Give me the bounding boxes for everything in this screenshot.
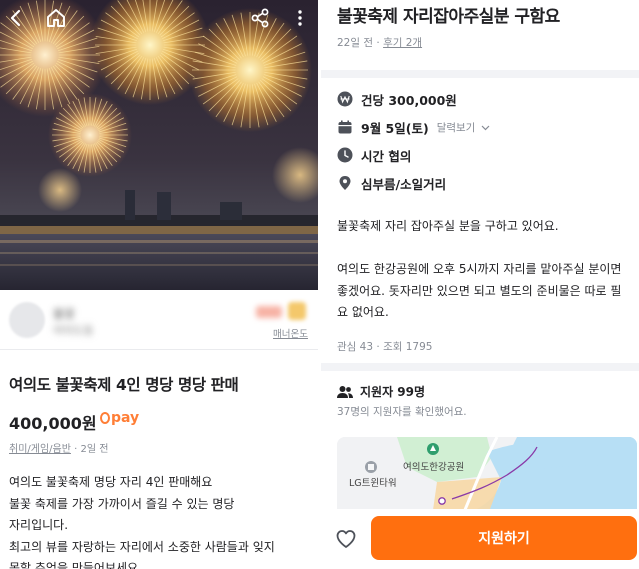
clock-icon <box>337 147 353 163</box>
bottom-action-bar: 지원하기 <box>321 509 639 569</box>
pay-label: pay <box>111 410 140 426</box>
applicants-count: 지원자 99명 <box>360 385 426 399</box>
job-description: 불꽃축제 자리 잡아주실 분을 구하고 있어요. 여의도 한강공원에 오후 5시… <box>337 216 637 324</box>
pay-row: 건당 300,000원 <box>337 90 457 108</box>
description-paragraph: 불꽃축제 자리 잡아주실 분을 구하고 있어요. <box>337 219 559 233</box>
home-icon[interactable] <box>44 6 68 30</box>
pay-badge: pay <box>100 410 139 426</box>
work-time: 시간 협의 <box>361 148 412 164</box>
manner-temperature <box>256 306 282 318</box>
section-divider <box>321 70 639 78</box>
more-vertical-icon[interactable] <box>288 6 312 30</box>
description-line: 요 없어요. <box>337 305 389 319</box>
calendar-link[interactable]: 달력보기 <box>437 120 490 135</box>
seller-profile[interactable]: 불꽃 여의도동 매너온도 <box>0 290 318 350</box>
posted-time: 22일 전 <box>337 37 374 49</box>
product-detail-panel: 불꽃 여의도동 매너온도 여의도 불꽃축제 4인 명당 명당 판매 400,00… <box>0 0 318 569</box>
date-row: 9월 5일(토) 달력보기 <box>337 118 490 136</box>
job-meta: 22일 전 · 후기 2개 <box>337 37 423 49</box>
description-line: 못할 추억을 만들어보세요 <box>9 561 139 569</box>
location-map[interactable]: 여의도한강공원 LG트윈타워 <box>337 437 637 517</box>
manner-temperature-label[interactable]: 매너온도 <box>273 326 308 340</box>
fireworks-photo <box>0 0 318 290</box>
seller-location: 여의도동 <box>53 324 94 337</box>
manner-face-icon <box>288 302 306 320</box>
won-icon <box>337 91 353 107</box>
heart-icon[interactable] <box>335 528 357 550</box>
interest-count: 관심 43 <box>337 341 374 353</box>
location-pin-icon <box>337 175 353 191</box>
description-line: 자리입니다. <box>9 518 69 532</box>
seller-name: 불꽃 <box>53 307 76 321</box>
location-row: 심부름/소일거리 <box>337 174 446 192</box>
map-building-label: LG트윈타워 <box>349 478 397 489</box>
posted-time: 2일 전 <box>80 444 109 455</box>
description-line: 여의도 불꽃축제 명당 자리 4인 판매해요 <box>9 475 213 489</box>
work-date: 9월 5일(토) <box>361 120 429 136</box>
pay-amount: 건당 300,000원 <box>361 92 457 108</box>
description-line: 여의도 한강공원에 오후 5시까지 자리를 맡아주실 분이면 <box>337 262 622 276</box>
calendar-icon <box>337 119 353 135</box>
job-category: 심부름/소일거리 <box>361 176 447 192</box>
view-count: 조회 1795 <box>383 341 433 353</box>
description-line: 불꽃 축제를 가장 가까이서 즐길 수 있는 명당 <box>9 496 235 511</box>
reviews-link[interactable]: 후기 2개 <box>383 37 422 49</box>
job-detail-panel: 불꽃축제 자리잡아주실분 구함요 22일 전 · 후기 2개 건당 300,00… <box>321 0 639 569</box>
job-stats: 관심 43 · 조회 1795 <box>337 341 433 353</box>
people-icon <box>337 385 353 398</box>
section-divider <box>321 363 639 371</box>
avatar[interactable] <box>9 302 45 338</box>
apply-button[interactable]: 지원하기 <box>371 516 637 560</box>
applicants-header[interactable]: 지원자 99명 <box>337 383 425 400</box>
description-line: 좋겠어요. 돗자리만 있으면 되고 별도의 준비물은 따로 필 <box>337 283 622 298</box>
share-icon[interactable] <box>248 6 272 30</box>
product-meta: 취미/게임/음반 · 2일 전 <box>9 444 109 455</box>
job-title: 불꽃축제 자리잡아주실분 구함요 <box>337 7 560 27</box>
product-price: 400,000원 <box>9 414 97 433</box>
description-line: 최고의 뷰를 자랑하는 자리에서 소중한 사람들과 잊지 <box>9 539 275 554</box>
pay-logo-icon <box>100 412 110 424</box>
product-title: 여의도 불꽃축제 4인 명당 명당 판매 <box>9 376 239 394</box>
back-arrow-icon[interactable] <box>4 6 28 30</box>
category-link[interactable]: 취미/게임/음반 <box>9 444 71 455</box>
map-park-label: 여의도한강공원 <box>403 462 465 473</box>
product-description: 여의도 불꽃축제 명당 자리 4인 판매해요 불꽃 축제를 가장 가까이서 즐길… <box>9 472 314 569</box>
fireworks-image <box>0 0 318 290</box>
chevron-down-icon <box>481 125 490 130</box>
time-row: 시간 협의 <box>337 146 411 164</box>
applicants-summary: 37명의 지원자를 확인했어요. <box>337 406 467 418</box>
